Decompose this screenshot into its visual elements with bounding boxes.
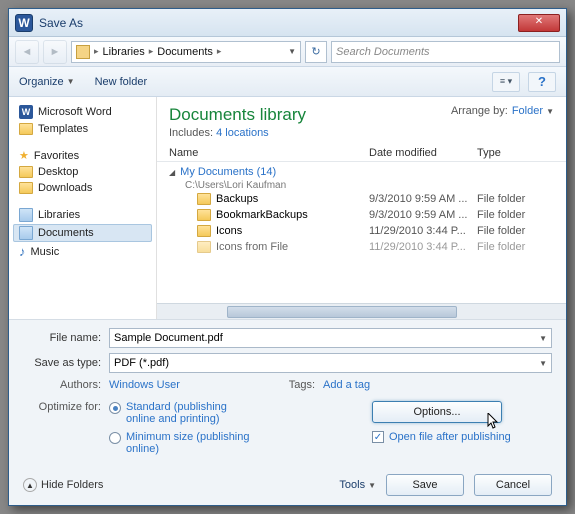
libraries-icon xyxy=(19,208,33,222)
chevron-right-icon: ▸ xyxy=(94,46,99,57)
address-bar: ◄ ► ▸ Libraries ▸ Documents ▸ ▼ ↻ Search… xyxy=(9,37,566,67)
breadcrumb-libraries[interactable]: Libraries xyxy=(103,46,145,58)
chevron-down-icon: ▼ xyxy=(67,77,75,86)
savetype-dropdown[interactable]: PDF (*.pdf) ▼ xyxy=(109,353,552,373)
refresh-button[interactable]: ↻ xyxy=(305,41,327,63)
cancel-button[interactable]: Cancel xyxy=(474,474,552,496)
view-button[interactable]: ≡ ▾ xyxy=(492,72,520,92)
file-list: ◢ My Documents (14) C:\Users\Lori Kaufma… xyxy=(157,162,566,303)
music-icon: ♪ xyxy=(19,244,26,259)
star-icon: ★ xyxy=(19,149,29,162)
folder-icon xyxy=(19,123,33,135)
collapse-icon[interactable]: ◢ xyxy=(169,168,175,177)
sidebar-favorites-header[interactable]: ★ Favorites xyxy=(13,147,152,164)
form-panel: File name: Sample Document.pdf ▼ Save as… xyxy=(9,319,566,465)
sidebar-item-desktop[interactable]: Desktop xyxy=(13,164,152,180)
group-header[interactable]: ◢ My Documents (14) xyxy=(157,164,566,180)
chevron-right-icon: ▸ xyxy=(149,46,154,57)
desktop-icon xyxy=(19,166,33,178)
sidebar-item-templates[interactable]: Templates xyxy=(13,121,152,137)
filename-label: File name: xyxy=(23,332,109,344)
back-button[interactable]: ◄ xyxy=(15,40,39,64)
documents-icon xyxy=(19,226,33,240)
sidebar-item-music[interactable]: ♪ Music xyxy=(13,242,152,261)
arrange-by-dropdown[interactable]: Folder ▼ xyxy=(512,105,554,117)
horizontal-scrollbar[interactable] xyxy=(157,303,566,319)
chevron-down-icon[interactable]: ▼ xyxy=(539,334,547,343)
breadcrumb-documents[interactable]: Documents xyxy=(157,46,213,58)
chevron-down-icon: ▼ xyxy=(546,107,554,116)
organize-button[interactable]: Organize ▼ xyxy=(19,76,75,88)
column-type[interactable]: Type xyxy=(477,147,554,159)
arrange-by: Arrange by: Folder ▼ xyxy=(451,105,554,117)
library-title: Documents library xyxy=(169,105,306,125)
word-app-icon: W xyxy=(15,14,33,32)
column-date[interactable]: Date modified xyxy=(369,147,477,159)
breadcrumb-dropdown[interactable]: ▼ xyxy=(288,47,296,56)
savetype-label: Save as type: xyxy=(23,357,109,369)
group-path: C:\Users\Lori Kaufman xyxy=(157,180,566,191)
open-after-checkbox[interactable]: ✓ Open file after publishing xyxy=(372,431,511,443)
locations-link[interactable]: 4 locations xyxy=(216,127,269,139)
window-title: Save As xyxy=(39,16,518,30)
dialog-footer: ▲ Hide Folders Tools ▼ Save Cancel xyxy=(9,465,566,505)
authors-label: Authors: xyxy=(23,379,109,391)
sidebar-item-documents[interactable]: Documents xyxy=(13,224,152,242)
filename-input[interactable]: Sample Document.pdf ▼ xyxy=(109,328,552,348)
chevron-down-icon[interactable]: ▼ xyxy=(539,359,547,368)
save-button[interactable]: Save xyxy=(386,474,464,496)
tags-label: Tags: xyxy=(283,379,323,391)
radio-icon xyxy=(109,402,121,414)
scrollbar-thumb[interactable] xyxy=(227,306,457,318)
file-area: Documents library Includes: 4 locations … xyxy=(157,97,566,319)
radio-minimum[interactable]: Minimum size (publishing online) xyxy=(109,431,256,455)
folder-icon xyxy=(76,45,90,59)
tags-field[interactable]: Add a tag xyxy=(323,379,370,391)
downloads-icon xyxy=(19,182,33,194)
optimize-label: Optimize for: xyxy=(23,401,109,455)
column-headers[interactable]: Name Date modified Type xyxy=(157,143,566,162)
radio-icon xyxy=(109,432,121,444)
search-input[interactable]: Search Documents xyxy=(331,41,560,63)
breadcrumb[interactable]: ▸ Libraries ▸ Documents ▸ ▼ xyxy=(71,41,301,63)
folder-icon xyxy=(197,241,211,253)
checkbox-icon: ✓ xyxy=(372,431,384,443)
nav-pane: W Microsoft Word Templates ★ Favorites D… xyxy=(9,97,157,319)
forward-button[interactable]: ► xyxy=(43,40,67,64)
sidebar-item-word[interactable]: W Microsoft Word xyxy=(13,103,152,121)
hide-folders-button[interactable]: ▲ Hide Folders xyxy=(23,478,103,492)
toolbar: Organize ▼ New folder ≡ ▾ ? xyxy=(9,67,566,97)
chevron-down-icon: ▼ xyxy=(368,481,376,490)
word-icon: W xyxy=(19,105,33,119)
chevron-up-icon: ▲ xyxy=(23,478,37,492)
options-button[interactable]: Options... xyxy=(372,401,502,423)
authors-field[interactable]: Windows User xyxy=(109,379,180,391)
close-button[interactable]: ✕ xyxy=(518,14,560,32)
column-name[interactable]: Name xyxy=(169,147,369,159)
sidebar-libraries-header[interactable]: Libraries xyxy=(13,206,152,224)
help-button[interactable]: ? xyxy=(528,72,556,92)
save-as-dialog: W Save As ✕ ◄ ► ▸ Libraries ▸ Documents … xyxy=(8,8,567,506)
library-subtitle: Includes: 4 locations xyxy=(169,127,306,139)
folder-icon xyxy=(197,209,211,221)
search-placeholder: Search Documents xyxy=(336,46,430,58)
list-item[interactable]: Backups 9/3/2010 9:59 AM ... File folder xyxy=(157,191,566,207)
chevron-right-icon: ▸ xyxy=(217,46,222,57)
list-item[interactable]: BookmarkBackups 9/3/2010 9:59 AM ... Fil… xyxy=(157,207,566,223)
folder-icon xyxy=(197,193,211,205)
sidebar-item-downloads[interactable]: Downloads xyxy=(13,180,152,196)
titlebar: W Save As ✕ xyxy=(9,9,566,37)
list-item[interactable]: Icons from File 11/29/2010 3:44 P... Fil… xyxy=(157,239,566,255)
new-folder-button[interactable]: New folder xyxy=(95,76,148,88)
tools-button[interactable]: Tools ▼ xyxy=(339,479,376,491)
folder-icon xyxy=(197,225,211,237)
list-item[interactable]: Icons 11/29/2010 3:44 P... File folder xyxy=(157,223,566,239)
radio-standard[interactable]: Standard (publishing online and printing… xyxy=(109,401,256,425)
